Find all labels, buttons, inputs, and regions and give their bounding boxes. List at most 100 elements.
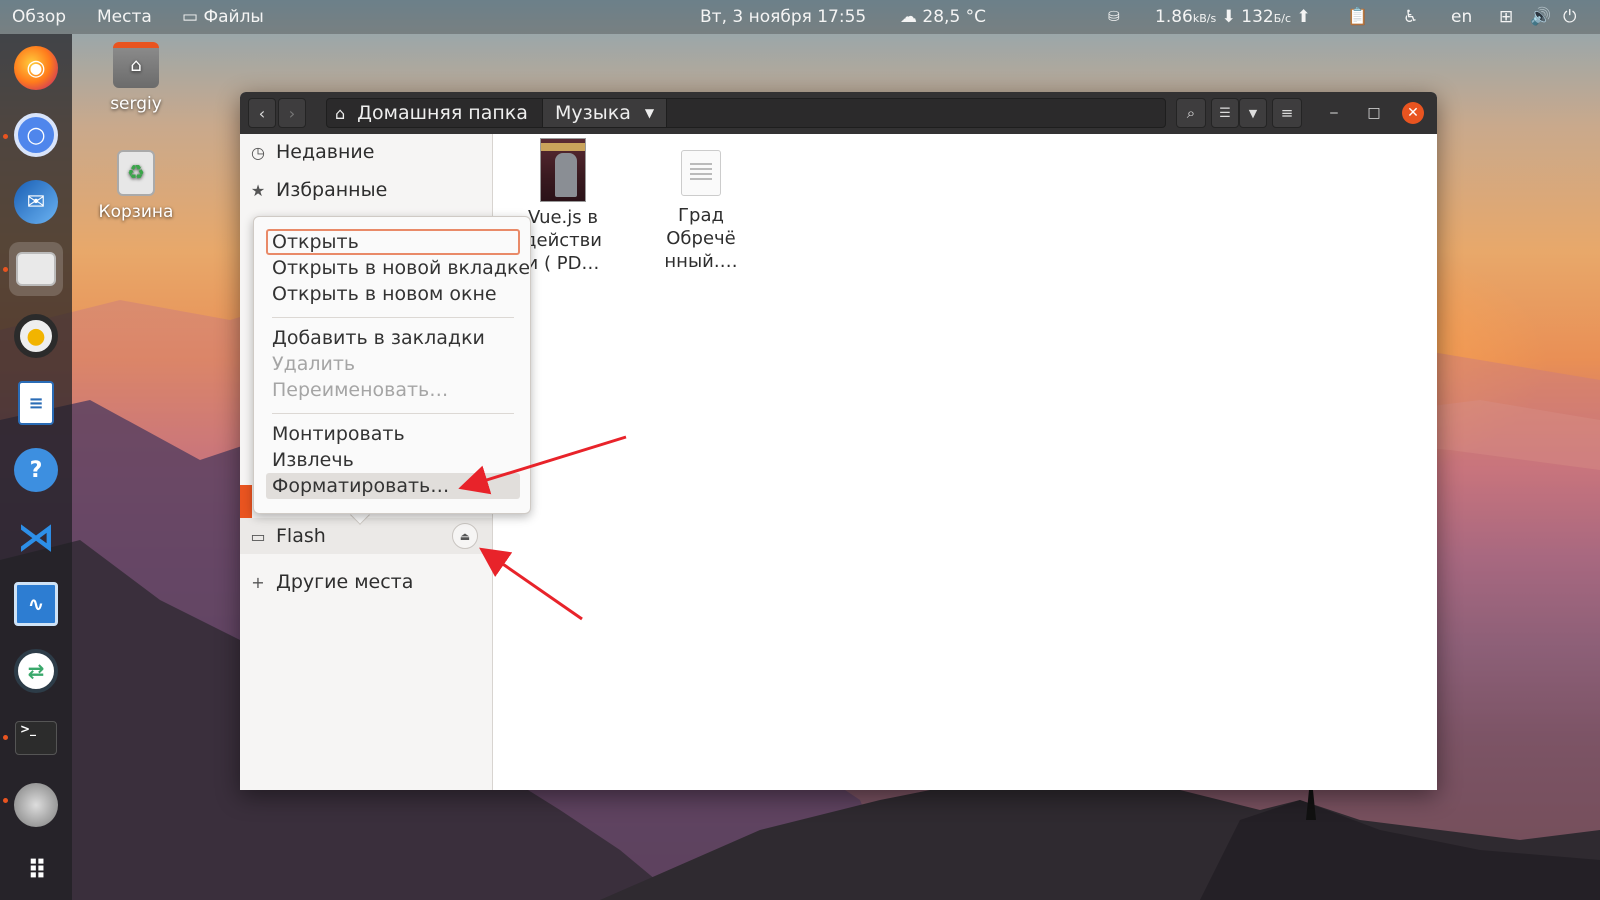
running-indicator — [3, 267, 8, 272]
dock-vscode[interactable]: ⋊ — [9, 510, 63, 564]
dock-writer[interactable]: ≡ — [9, 376, 63, 430]
back-button[interactable]: ‹ — [248, 98, 276, 128]
text-document-icon — [681, 150, 721, 196]
home-folder-icon: ⌂ — [113, 42, 159, 88]
path-bar: ⌂ Домашняя папка Музыка ▼ — [326, 98, 1166, 128]
menu-item-remove: Удалить — [272, 353, 356, 375]
dock-disks[interactable] — [9, 778, 63, 832]
dock-terminal[interactable]: >_ — [9, 711, 63, 765]
star-icon: ★ — [250, 180, 266, 200]
extension-indicator-icon[interactable]: ⛁ — [1108, 9, 1120, 25]
weather-cloud-icon: ☁ — [900, 7, 917, 27]
dock-thunderbird[interactable]: ✉ — [9, 175, 63, 229]
menu-item-open-new-window[interactable]: Открыть в новом окне — [266, 281, 520, 307]
plus-icon: + — [251, 572, 265, 592]
chromium-icon: ○ — [14, 113, 58, 157]
running-indicator — [3, 798, 8, 803]
files-app-menu[interactable]: ▭ Файлы — [182, 7, 264, 27]
net-up-unit: Б/с — [1273, 12, 1292, 25]
firefox-icon: ◉ — [14, 46, 58, 90]
disks-icon — [14, 783, 58, 827]
running-indicator — [3, 134, 8, 139]
eject-icon: ⏏ — [459, 529, 471, 543]
sidebar-item-label: Недавние — [276, 141, 375, 163]
menu-item-open-new-tab[interactable]: Открыть в новой вкладке — [266, 255, 530, 281]
weather-indicator[interactable]: ☁ 28,5 °C — [900, 7, 986, 27]
main-menu-button[interactable]: ≡ — [1272, 98, 1302, 128]
clock[interactable]: Вт, 3 ноября 17:55 — [700, 7, 866, 27]
minimize-button[interactable]: ‒ — [1323, 102, 1345, 124]
accessibility-icon[interactable]: ♿ — [1403, 7, 1418, 27]
dock: ◉ ○ ✉ ● ≡ ? ⋊ ∿ ⇄ >_ ⠿ — [0, 34, 72, 900]
eject-button[interactable]: ⏏ — [452, 523, 478, 549]
power-icon[interactable]: ⏻ — [1563, 7, 1576, 27]
sidebar-item-flash[interactable]: ▭ Flash ⏏ — [240, 518, 492, 554]
dock-remmina[interactable]: ⇄ — [9, 644, 63, 698]
selected-indicator — [240, 485, 252, 518]
rhythmbox-icon: ● — [14, 314, 58, 358]
hamburger-icon: ≡ — [1280, 104, 1294, 122]
dock-files[interactable] — [9, 242, 63, 296]
search-button[interactable]: ⌕ — [1176, 98, 1206, 128]
activities-button[interactable]: Обзор — [12, 7, 66, 27]
book-cover-figure — [555, 153, 577, 197]
context-menu: Открыть Открыть в новой вкладке Открыть … — [253, 216, 531, 514]
desktop-home-folder[interactable]: ⌂ sergiy — [91, 42, 181, 114]
clock-icon: ◷ — [251, 142, 265, 162]
menu-item-open[interactable]: Открыть — [266, 229, 520, 255]
sidebar-item-label: Другие места — [276, 571, 414, 593]
menu-separator — [272, 317, 514, 318]
file-name-line: Обречё — [666, 228, 736, 249]
headerbar: ‹ › ⌂ Домашняя папка Музыка ▼ ⌕ ☰ ▼ ≡ ‒ … — [240, 92, 1437, 134]
desktop-trash[interactable]: ♻ Корзина — [91, 150, 181, 222]
forward-button[interactable]: › — [278, 98, 306, 128]
dock-chromium[interactable]: ○ — [9, 108, 63, 162]
language-indicator[interactable]: en — [1451, 7, 1472, 27]
sidebar-item-label: Избранные — [276, 179, 388, 201]
places-menu[interactable]: Места — [97, 7, 152, 27]
dock-help[interactable]: ? — [9, 443, 63, 497]
close-button[interactable]: ✕ — [1402, 102, 1424, 124]
remmina-icon: ⇄ — [14, 649, 58, 693]
file-item[interactable]: Град Обречё нный.… — [646, 138, 756, 273]
book-cover-band — [541, 143, 585, 151]
menu-item-eject[interactable]: Извлечь — [266, 447, 520, 473]
file-name-line: нный.… — [664, 251, 738, 272]
menu-item-mount[interactable]: Монтировать — [266, 421, 520, 447]
desktop-home-label: sergiy — [110, 94, 162, 114]
sidebar-item-recent[interactable]: ◷ Недавние — [240, 134, 492, 170]
chevron-left-icon: ‹ — [258, 103, 266, 123]
list-view-icon: ☰ — [1219, 105, 1231, 121]
maximize-icon: □ — [1367, 105, 1381, 121]
menu-item-rename: Переименовать… — [272, 379, 449, 401]
terminal-icon: >_ — [15, 721, 57, 755]
caret-down-icon: ▼ — [644, 106, 655, 120]
network-icon[interactable]: ⊞ — [1499, 7, 1513, 27]
view-list-button[interactable]: ☰ — [1211, 98, 1239, 128]
writer-icon: ≡ — [18, 381, 54, 425]
top-panel: Обзор Места ▭ Файлы Вт, 3 ноября 17:55 ☁… — [0, 0, 1600, 34]
sidebar-item-other-places[interactable]: + Другие места — [240, 564, 492, 600]
clipboard-icon[interactable]: 📋 — [1347, 7, 1368, 27]
volume-icon[interactable]: 🔊 — [1530, 7, 1551, 27]
help-icon: ? — [14, 448, 58, 492]
dock-firefox[interactable]: ◉ — [9, 41, 63, 95]
menu-item-add-bookmark[interactable]: Добавить в закладки — [266, 325, 520, 351]
desktop-trash-label: Корзина — [98, 202, 174, 222]
menu-separator — [272, 413, 514, 414]
view-options-button[interactable]: ▼ — [1239, 98, 1267, 128]
files-app-label: Файлы — [203, 7, 264, 27]
dock-rhythmbox[interactable]: ● — [9, 309, 63, 363]
menu-item-format[interactable]: Форматировать… — [266, 473, 520, 499]
dock-show-apps[interactable]: ⠿ — [9, 844, 63, 898]
breadcrumb-current-label: Музыка — [555, 102, 631, 124]
breadcrumb-home-label: Домашняя папка — [357, 102, 528, 124]
net-speed-indicator[interactable]: 1.86kB/s ⬇ 132Б/с ⬆ — [1155, 7, 1311, 27]
home-icon: ⌂ — [335, 103, 346, 123]
caret-down-icon: ▼ — [1248, 106, 1258, 120]
maximize-button[interactable]: □ — [1363, 102, 1385, 124]
sidebar-item-starred[interactable]: ★ Избранные — [240, 172, 492, 208]
dock-system-monitor[interactable]: ∿ — [9, 577, 63, 631]
breadcrumb-current[interactable]: Музыка ▼ — [542, 99, 667, 127]
breadcrumb-home[interactable]: ⌂ Домашняя папка — [327, 99, 542, 127]
